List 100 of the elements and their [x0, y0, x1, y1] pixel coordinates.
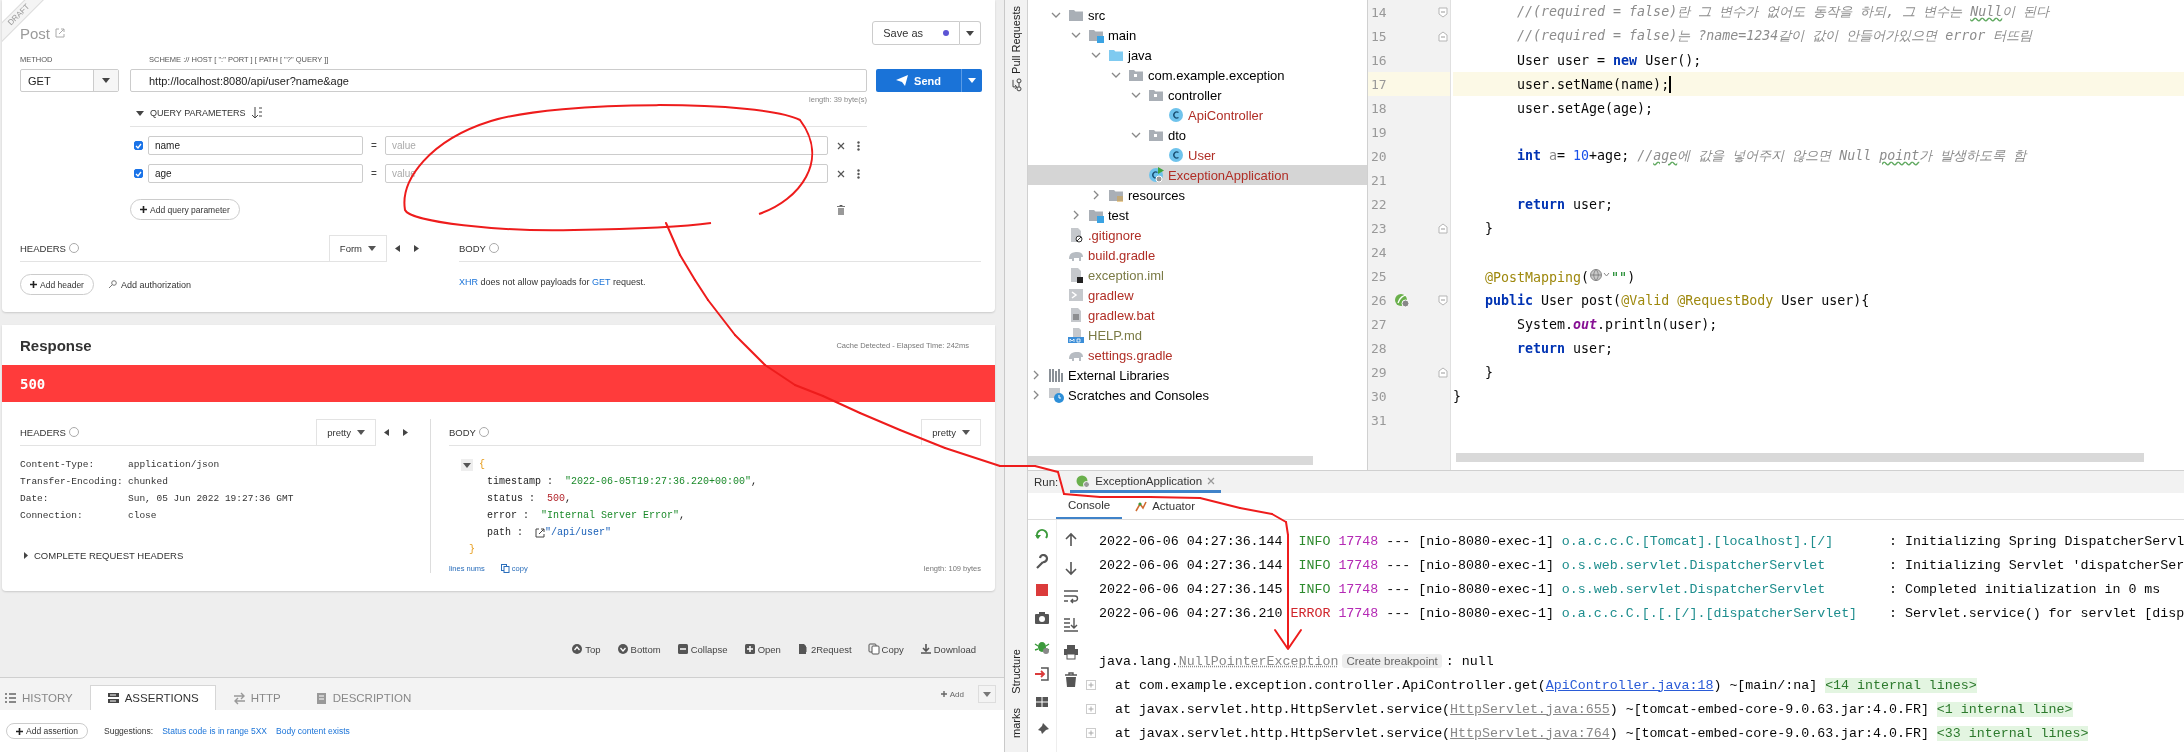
link[interactable]: GET	[592, 277, 611, 287]
arrow-up-icon[interactable]	[1063, 532, 1079, 548]
tool-window-tab[interactable]: Structure	[1010, 649, 1022, 695]
tree-item[interactable]: controller	[1028, 85, 1367, 105]
toolbar-action[interactable]: Download	[919, 643, 976, 655]
triangle-right-icon[interactable]	[403, 429, 408, 436]
tree-item[interactable]: build.gradle	[1028, 245, 1367, 265]
chevron-right-icon[interactable]	[1031, 370, 1041, 380]
chevron-down-icon[interactable]	[1071, 30, 1081, 40]
tree-item[interactable]: exception.iml	[1028, 265, 1367, 285]
tree-item[interactable]: Scratches and Consoles	[1028, 385, 1367, 405]
folded-lines[interactable]: <33 internal lines>	[1936, 725, 2089, 741]
create-breakpoint-button[interactable]: Create breakpoint	[1342, 654, 1442, 668]
save-as-button[interactable]: Save as	[872, 21, 960, 45]
toolbar-action[interactable]: Top	[571, 643, 601, 655]
checkbox[interactable]	[134, 169, 143, 178]
tree-item[interactable]: gradlew.bat	[1028, 305, 1367, 325]
triangle-right-icon[interactable]	[24, 552, 28, 559]
chevron-down-icon[interactable]	[1091, 50, 1101, 60]
tree-item[interactable]: test	[1028, 205, 1367, 225]
scrollbar[interactable]	[1028, 456, 1313, 465]
tree-item[interactable]: ApiController	[1028, 105, 1367, 125]
bean-icon[interactable]	[1394, 292, 1410, 308]
add-query-parameter-button[interactable]: Add query parameter	[130, 199, 240, 220]
tree-item[interactable]: com.example.exception	[1028, 65, 1367, 85]
param-value-field[interactable]: value	[385, 136, 828, 155]
tree-item[interactable]: src	[1028, 5, 1367, 25]
tree-item[interactable]: .gitignore	[1028, 225, 1367, 245]
checkbox[interactable]	[134, 141, 143, 150]
layout-icon[interactable]	[1034, 694, 1050, 710]
folded-lines[interactable]: <14 internal lines>	[1825, 677, 1977, 693]
source-link[interactable]: HttpServlet.java:655	[1450, 701, 1610, 717]
add-authorization-link[interactable]: Add authorization	[120, 279, 191, 290]
toolbar-action[interactable]: Copy	[867, 643, 904, 655]
send-button[interactable]: Send	[876, 69, 982, 92]
toolbar-action[interactable]: Collapse	[676, 643, 728, 655]
chevron-down-icon[interactable]	[1131, 130, 1141, 140]
tree-item[interactable]: User	[1028, 145, 1367, 165]
pull-requests-tool-tab[interactable]: Pull Requests	[1009, 6, 1023, 92]
format-dropdown[interactable]: pretty	[316, 419, 376, 445]
toolbar-action[interactable]: Open	[743, 643, 781, 655]
exception-link[interactable]: NullPointerException	[1178, 653, 1339, 669]
wrap-icon[interactable]	[1063, 588, 1079, 604]
line-number: 15	[1371, 28, 1387, 44]
chevron-down-icon[interactable]	[1051, 10, 1061, 20]
trash-icon[interactable]	[1063, 672, 1079, 688]
chevron-right-icon[interactable]	[1091, 190, 1101, 200]
console-tab[interactable]: Actuator	[1122, 493, 1208, 519]
more-icon[interactable]	[857, 168, 860, 179]
folded-lines[interactable]: <1 internal line>	[1936, 701, 2073, 717]
param-name-field[interactable]: age	[148, 164, 363, 183]
tree-item[interactable]: resources	[1028, 185, 1367, 205]
suggestion-link[interactable]: Body content exists	[276, 726, 350, 736]
source-link[interactable]: HttpServlet.java:764	[1450, 725, 1610, 741]
tree-item[interactable]: HELP.md	[1028, 325, 1367, 345]
tree-item[interactable]: settings.gradle	[1028, 345, 1367, 365]
source-link[interactable]: ApiController.java:18	[1545, 677, 1714, 693]
arrow-down-icon[interactable]	[1063, 560, 1079, 576]
line-number: 27	[1371, 316, 1387, 332]
tree-item[interactable]: java	[1028, 45, 1367, 65]
triangle-right-icon[interactable]	[414, 245, 419, 252]
copy-icon	[500, 564, 510, 573]
tree-item[interactable]: External Libraries	[1028, 365, 1367, 385]
chevron-right-icon[interactable]	[1071, 210, 1081, 220]
add-button[interactable]: Add	[940, 689, 964, 699]
trash-icon[interactable]	[837, 204, 845, 215]
tree-item[interactable]: gradlew	[1028, 285, 1367, 305]
tab[interactable]: ASSERTIONS	[89, 685, 216, 710]
toolbar-action[interactable]: 2Request	[796, 643, 852, 655]
headers-mode-dropdown[interactable]: Form	[328, 235, 387, 261]
stop-icon[interactable]	[1034, 582, 1050, 598]
method-select[interactable]: GET	[20, 69, 119, 92]
link[interactable]: XHR	[459, 277, 478, 287]
complete-request-headers-toggle[interactable]: COMPLETE REQUEST HEADERS	[34, 550, 184, 561]
camera-icon[interactable]	[1034, 610, 1050, 626]
triangle-left-icon[interactable]	[395, 245, 400, 252]
chevron-down-icon[interactable]	[1111, 70, 1121, 80]
more-icon[interactable]	[857, 140, 860, 151]
add-header-button[interactable]: Add header	[20, 274, 94, 295]
tool-window-tab[interactable]: marks	[1010, 708, 1022, 738]
save-options-button[interactable]	[960, 21, 981, 45]
collapse-icon[interactable]	[461, 458, 473, 471]
add-assertion-button[interactable]: Add assertion	[6, 723, 88, 739]
tree-item[interactable]: dto	[1028, 125, 1367, 145]
stack-frame-text: ) ~[tomcat-embed-core-9.0.63.jar:4.0.FR]	[1609, 701, 1929, 717]
expand-button[interactable]	[978, 685, 996, 703]
format-dropdown[interactable]: pretty	[921, 419, 981, 445]
toolbar-action[interactable]: Bottom	[616, 643, 661, 655]
scroll-end-icon[interactable]	[1063, 616, 1079, 632]
tree-item[interactable]: main	[1028, 25, 1367, 45]
chevron-down-icon[interactable]	[1131, 90, 1141, 100]
suggestion-link[interactable]: Status code is in range 5XX	[162, 726, 268, 736]
param-name-field[interactable]: name	[148, 136, 363, 155]
triangle-left-icon[interactable]	[384, 429, 389, 436]
scrollbar[interactable]	[1456, 453, 2145, 462]
chevron-right-icon[interactable]	[1031, 390, 1041, 400]
printer-icon[interactable]	[1063, 644, 1079, 660]
login-icon[interactable]	[1034, 666, 1050, 682]
tree-item[interactable]: ExceptionApplication	[1028, 165, 1367, 185]
url-field[interactable]: http://localhost:8080/api/user?name&age	[130, 69, 867, 92]
